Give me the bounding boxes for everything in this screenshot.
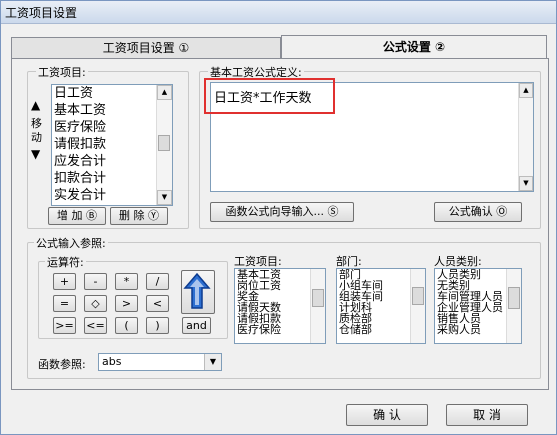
- operator-greater-button[interactable]: >: [115, 295, 138, 312]
- tab-formula-settings[interactable]: 公式设置 ②: [281, 35, 547, 58]
- department-label: 部门:: [336, 255, 362, 268]
- ok-button[interactable]: 确 认: [346, 404, 428, 426]
- operator-minus-button[interactable]: -: [84, 273, 107, 290]
- salary-items-scrollbar[interactable]: ▲ ▼: [156, 85, 172, 205]
- salary-items-group-label: 工资项目:: [36, 64, 88, 80]
- tab-salary-items[interactable]: 工资项目设置 ①: [11, 37, 281, 58]
- move-up-icon[interactable]: ▲: [31, 99, 45, 111]
- scroll-thumb[interactable]: [312, 289, 324, 307]
- list-item[interactable]: 请假扣款: [52, 136, 172, 153]
- formula-confirm-button[interactable]: 公式确认 Ⓞ: [434, 202, 522, 222]
- formula-highlight-box: [204, 78, 335, 114]
- formula-definition-group: 基本工资公式定义: 日工资*工作天数 ▲ ▼ 函数公式向导输入... Ⓢ 公式确…: [199, 64, 541, 229]
- move-label: 移动: [31, 117, 42, 144]
- staff-type-list[interactable]: 人员类别 无类别 车间管理人员 企业管理人员 销售人员 采购人员: [434, 268, 522, 344]
- scroll-thumb[interactable]: [508, 287, 520, 309]
- staff-type-scrollbar[interactable]: [506, 269, 521, 343]
- list-item[interactable]: 日工资: [52, 85, 172, 102]
- scroll-thumb[interactable]: [158, 135, 170, 151]
- operator-equal-button[interactable]: =: [53, 295, 76, 312]
- list-item[interactable]: 基本工资: [52, 102, 172, 119]
- scroll-up-icon[interactable]: ▲: [519, 83, 533, 98]
- chevron-down-icon[interactable]: ▼: [204, 354, 221, 370]
- function-reference-select[interactable]: abs ▼: [98, 353, 222, 371]
- operator-rparen-button[interactable]: ): [146, 317, 169, 334]
- cancel-button[interactable]: 取 消: [446, 404, 528, 426]
- staff-type-label: 人员类别:: [434, 255, 482, 268]
- scroll-down-icon[interactable]: ▼: [519, 176, 533, 191]
- operator-not-equal-button[interactable]: ◇: [84, 295, 107, 312]
- ref-salary-items-list[interactable]: 基本工资 岗位工资 奖金 请假天数 请假扣款 医疗保险: [234, 268, 326, 344]
- operator-divide-button[interactable]: /: [146, 273, 169, 290]
- list-item[interactable]: 医疗保险: [52, 119, 172, 136]
- operators-group: 运算符: + - * / = ◇ > < >= <= ( ) and: [38, 254, 228, 339]
- scroll-thumb[interactable]: [412, 287, 424, 305]
- add-button[interactable]: 增 加 Ⓑ: [48, 207, 106, 225]
- function-wizard-button[interactable]: 函数公式向导输入... Ⓢ: [210, 202, 354, 222]
- formula-reference-label: 公式输入参照:: [34, 235, 108, 251]
- salary-items-list[interactable]: 日工资 基本工资 医疗保险 请假扣款 应发合计 扣款合计 实发合计 ▲ ▼: [51, 84, 173, 206]
- ref-salary-items-label: 工资项目:: [234, 255, 282, 268]
- ref-salary-items-scrollbar[interactable]: [310, 269, 325, 343]
- operator-less-button[interactable]: <: [146, 295, 169, 312]
- scroll-down-icon[interactable]: ▼: [157, 190, 172, 205]
- formula-settings-panel: 工资项目: ▲ 移动 ▼ 日工资 基本工资 医疗保险 请假扣款 应发合计 扣款合…: [11, 58, 549, 390]
- salary-items-group: 工资项目: ▲ 移动 ▼ 日工资 基本工资 医疗保险 请假扣款 应发合计 扣款合…: [27, 64, 189, 229]
- list-item[interactable]: 扣款合计: [52, 170, 172, 187]
- formula-reference-group: 公式输入参照: 运算符: + - * / = ◇ > < >= <= ( ) a…: [27, 235, 541, 379]
- list-item[interactable]: 实发合计: [52, 187, 172, 204]
- insert-arrow-button[interactable]: [181, 270, 215, 314]
- operator-and-button[interactable]: and: [182, 317, 211, 334]
- operator-lparen-button[interactable]: (: [115, 317, 138, 334]
- operator-plus-button[interactable]: +: [53, 273, 76, 290]
- function-reference-label: 函数参照:: [38, 358, 86, 371]
- window-title: 工资项目设置: [5, 6, 78, 20]
- move-down-icon[interactable]: ▼: [31, 148, 45, 160]
- title-bar: 工资项目设置: [1, 1, 556, 24]
- formula-scrollbar[interactable]: ▲ ▼: [518, 83, 533, 191]
- tab-bar: 工资项目设置 ① 公式设置 ②: [11, 35, 547, 59]
- operators-label: 运算符:: [45, 254, 86, 270]
- scroll-up-icon[interactable]: ▲: [157, 85, 172, 100]
- department-list[interactable]: 部门 小组车间 组装车间 计划科 质检部 仓储部: [336, 268, 426, 344]
- department-scrollbar[interactable]: [410, 269, 425, 343]
- function-reference-value: abs: [102, 355, 122, 368]
- dialog-window: 工资项目设置 工资项目设置 ① 公式设置 ② 工资项目: ▲ 移动 ▼ 日工资 …: [0, 0, 557, 435]
- up-arrow-icon: [183, 272, 211, 309]
- operator-multiply-button[interactable]: *: [115, 273, 138, 290]
- operator-gte-button[interactable]: >=: [53, 317, 76, 334]
- list-item[interactable]: 应发合计: [52, 153, 172, 170]
- delete-button[interactable]: 删 除 Ⓨ: [110, 207, 168, 225]
- operator-lte-button[interactable]: <=: [84, 317, 107, 334]
